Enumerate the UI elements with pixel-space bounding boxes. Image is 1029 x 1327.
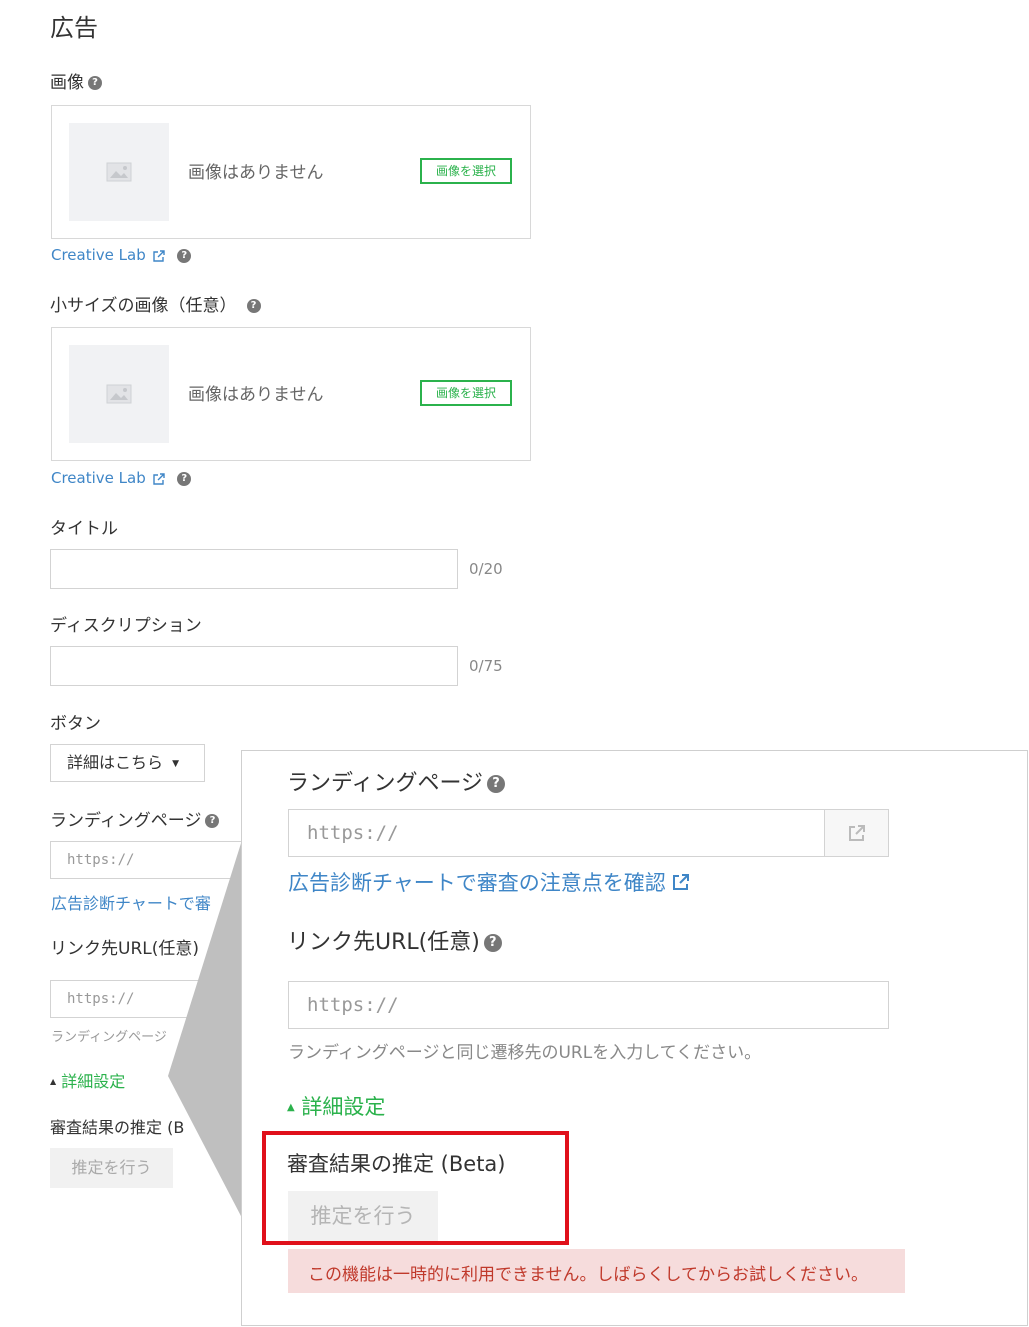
- advanced-settings-text[interactable]: 詳細設定: [61, 1072, 125, 1091]
- link-url-hint: ランディングページ: [51, 1030, 167, 1045]
- error-message-text: この機能は一時的に利用できません。しばらくしてからお試しください。: [308, 1265, 868, 1285]
- button-label: ボタン: [50, 714, 101, 734]
- zoom-link-url-hint: ランディングページと同じ遷移先のURLを入力してください。: [288, 1043, 762, 1063]
- select-image-button[interactable]: 画像を選択: [420, 380, 512, 406]
- description-label: ディスクリプション: [50, 616, 202, 636]
- image-placeholder-icon: [106, 384, 132, 404]
- help-icon[interactable]: ?: [246, 299, 261, 313]
- zoom-landing-label: ランディングページ?: [287, 765, 506, 797]
- external-link-icon: [152, 249, 165, 262]
- caret-up-icon: ▲: [287, 1102, 295, 1113]
- image-placeholder-icon: [106, 162, 132, 182]
- external-link-icon: [848, 825, 865, 841]
- description-counter: 0/75: [469, 657, 503, 675]
- estimate-button[interactable]: 推定を行う: [50, 1148, 173, 1188]
- help-icon[interactable]: ?: [483, 934, 502, 952]
- no-image-text: 画像はありません: [188, 385, 324, 405]
- small-image-label: 小サイズの画像（任意）?: [50, 291, 261, 316]
- zoom-review-chart-link[interactable]: 広告診断チャートで審査の注意点を確認: [288, 867, 690, 897]
- small-image-label-text: 小サイズの画像（任意）: [50, 296, 237, 316]
- small-image-upload-box: 画像はありません 画像を選択: [51, 327, 531, 461]
- caret-down-icon: ▼: [172, 759, 180, 769]
- zoom-callout-wedge: [168, 840, 242, 1218]
- estimate-highlight-box: [262, 1131, 569, 1245]
- zoom-landing-label-text: ランディングページ: [287, 771, 484, 796]
- help-icon[interactable]: ?: [177, 471, 192, 486]
- caret-up-icon: ▲: [50, 1077, 57, 1086]
- no-image-text: 画像はありません: [188, 163, 324, 183]
- help-icon[interactable]: ?: [88, 76, 102, 90]
- creative-lab-text[interactable]: Creative Lab: [51, 246, 146, 264]
- image-label: 画像?: [50, 68, 102, 93]
- estimate-label: 審査結果の推定 (B: [50, 1118, 185, 1137]
- title-counter: 0/20: [469, 560, 503, 578]
- external-link-icon: [152, 472, 165, 485]
- zoom-landing-url-input[interactable]: https://: [288, 809, 826, 857]
- zoom-panel: ランディングページ? https:// 広告診断チャートで審査の注意点を確認 リ…: [241, 750, 1028, 1326]
- help-icon[interactable]: ?: [205, 814, 220, 828]
- image-thumbnail: [69, 345, 169, 443]
- zoom-link-url-input[interactable]: https://: [288, 981, 889, 1029]
- creative-lab-link[interactable]: Creative Lab ?: [51, 469, 192, 487]
- zoom-advanced-settings-text[interactable]: 詳細設定: [301, 1095, 385, 1119]
- creative-lab-link[interactable]: Creative Lab ?: [51, 246, 192, 264]
- zoom-review-chart-text[interactable]: 広告診断チャートで審査の注意点を確認: [288, 871, 666, 895]
- button-select[interactable]: 詳細はこちら ▼: [50, 744, 205, 782]
- link-url-placeholder: https://: [67, 991, 135, 1007]
- title-label: タイトル: [50, 519, 118, 539]
- title-input[interactable]: [50, 549, 458, 589]
- image-thumbnail: [69, 123, 169, 221]
- zoom-link-url-placeholder: https://: [307, 994, 399, 1016]
- zoom-landing-url-placeholder: https://: [307, 822, 399, 844]
- advanced-settings-toggle[interactable]: ▲ 詳細設定: [50, 1068, 125, 1092]
- help-icon[interactable]: ?: [177, 248, 192, 263]
- external-link-icon: [673, 874, 690, 890]
- landing-label: ランディングページ?: [50, 806, 220, 831]
- button-select-value: 詳細はこちら: [67, 753, 164, 772]
- description-input[interactable]: [50, 646, 458, 686]
- error-message: この機能は一時的に利用できません。しばらくしてからお試しください。: [288, 1249, 905, 1293]
- zoom-advanced-settings-toggle[interactable]: ▲ 詳細設定: [287, 1091, 385, 1121]
- landing-label-text: ランディングページ: [50, 811, 202, 831]
- image-upload-box: 画像はありません 画像を選択: [51, 105, 531, 239]
- landing-url-placeholder: https://: [67, 852, 135, 868]
- image-label-text: 画像: [50, 73, 84, 93]
- creative-lab-text[interactable]: Creative Lab: [51, 469, 146, 487]
- section-title: 広告: [50, 14, 98, 42]
- select-image-button[interactable]: 画像を選択: [420, 158, 512, 184]
- help-icon[interactable]: ?: [487, 775, 506, 793]
- zoom-link-url-label-text: リンク先URL(任意): [287, 930, 480, 955]
- open-url-button[interactable]: [824, 809, 889, 857]
- zoom-link-url-label: リンク先URL(任意)?: [287, 924, 502, 956]
